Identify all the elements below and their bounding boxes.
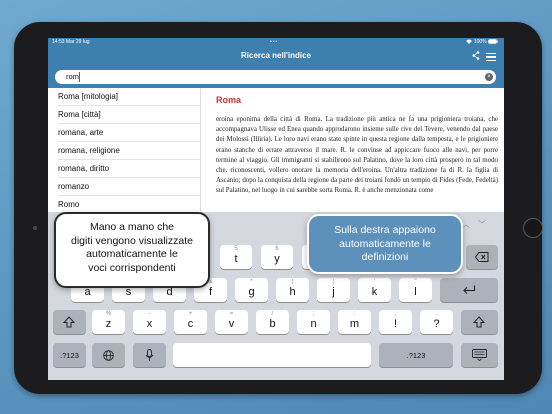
callout-line: voci corrispondenti: [88, 261, 176, 274]
key-c[interactable]: + c: [174, 310, 207, 334]
search-input[interactable]: rom ×: [55, 70, 496, 84]
key-n[interactable]: ; n: [297, 310, 330, 334]
callout-line: Sulla destra appaiono: [334, 224, 436, 236]
list-item[interactable]: romana, religione: [48, 142, 200, 160]
key-k[interactable]: ' k: [358, 278, 391, 302]
definition-title: Roma: [216, 95, 242, 105]
status-bar: 14:53 Mar 29 lug ••• 100%: [48, 38, 504, 47]
list-item-label: Romo: [58, 200, 80, 209]
list-item[interactable]: Roma [mitologia]: [48, 88, 200, 106]
list-item-label: romana, religione: [58, 146, 120, 155]
key-y[interactable]: 6y: [261, 245, 293, 269]
battery-percent: 100%: [473, 39, 487, 45]
key-question[interactable]: .?: [420, 310, 453, 334]
status-time: 14:53: [52, 39, 65, 45]
definition-panel: Roma eroina eponima della città di Roma.…: [216, 95, 498, 197]
key-j[interactable]: ) j: [317, 278, 350, 302]
key-g[interactable]: * g: [235, 278, 268, 302]
list-item[interactable]: romana, diritto: [48, 160, 200, 178]
chevron-down-icon[interactable]: ﹀: [478, 220, 494, 229]
shift-icon: [63, 316, 75, 328]
battery-icon: [488, 39, 498, 44]
key-exclamation[interactable]: ,!: [379, 310, 412, 334]
search-bar: rom ×: [48, 67, 504, 88]
keyboard-chevrons: ︿﹀: [462, 219, 494, 230]
status-dots: •••: [270, 39, 279, 45]
key-b[interactable]: / b: [256, 310, 289, 334]
shift-key[interactable]: [53, 310, 86, 334]
list-item[interactable]: Roma [città]: [48, 106, 200, 124]
list-item[interactable]: romanzo: [48, 178, 200, 196]
battery-indicator: 100%: [466, 38, 498, 47]
home-button[interactable]: [523, 218, 543, 238]
list-item-label: romana, diritto: [58, 164, 110, 173]
list-item-label: Roma [città]: [58, 110, 101, 119]
list-item[interactable]: romana, arte: [48, 124, 200, 142]
clear-search-icon[interactable]: ×: [485, 73, 493, 81]
return-key[interactable]: [440, 278, 498, 302]
search-value[interactable]: rom: [66, 72, 79, 81]
key-l[interactable]: " l: [399, 278, 432, 302]
globe-key[interactable]: [92, 343, 125, 367]
camera-icon: [33, 226, 37, 230]
callout-line: definizioni: [361, 251, 409, 263]
hide-keyboard-key[interactable]: [461, 343, 498, 367]
tip-callout-right: Sulla destra appaiono automaticamente le…: [307, 214, 463, 274]
list-item-label: Roma [mitologia]: [58, 92, 119, 101]
key-m[interactable]: :m: [338, 310, 371, 334]
callout-line: automaticamente le: [339, 237, 431, 250]
numbers-key-right[interactable]: .?123: [379, 343, 453, 367]
key-v[interactable]: = v: [215, 310, 248, 334]
microphone-icon: [145, 349, 154, 361]
nav-bar: Ricerca nell'indice: [48, 47, 504, 67]
text-caret: [79, 72, 80, 82]
key-t[interactable]: 5t: [220, 245, 252, 269]
share-icon[interactable]: [472, 51, 480, 60]
shift-key-right[interactable]: [461, 310, 498, 334]
list-item-label: romanzo: [58, 182, 90, 191]
numbers-key[interactable]: .?123: [53, 343, 86, 367]
return-icon: [463, 285, 476, 294]
space-bar[interactable]: [173, 343, 371, 367]
definition-text: eroina eponima della città di Roma. La t…: [216, 116, 498, 195]
app-screen: 14:53 Mar 29 lug ••• 100% Ricerca nell'i…: [48, 38, 504, 380]
callout-line: automaticamente le: [86, 248, 178, 260]
status-date: Mar 29 lug: [65, 39, 90, 45]
microphone-key[interactable]: [133, 343, 166, 367]
list-item-label: romana, arte: [58, 128, 104, 137]
wifi-icon: [466, 39, 473, 45]
callout-line: Mano a mano che: [89, 221, 175, 233]
shift-icon: [473, 316, 485, 328]
keyboard-hide-icon: [472, 349, 487, 361]
delete-icon: [475, 252, 489, 262]
delete-key[interactable]: [466, 245, 498, 269]
key-x[interactable]: -x: [133, 310, 166, 334]
globe-icon: [103, 350, 114, 361]
hamburger-icon[interactable]: [486, 53, 496, 61]
key-h[interactable]: (h: [276, 278, 309, 302]
tip-callout-left: Mano a mano che digiti vengono visualizz…: [54, 212, 210, 288]
chevron-up-icon[interactable]: ︿: [462, 220, 478, 229]
page-title: Ricerca nell'indice: [241, 51, 311, 60]
key-z[interactable]: % z: [92, 310, 125, 334]
callout-line: digiti vengono visualizzate: [71, 234, 193, 247]
